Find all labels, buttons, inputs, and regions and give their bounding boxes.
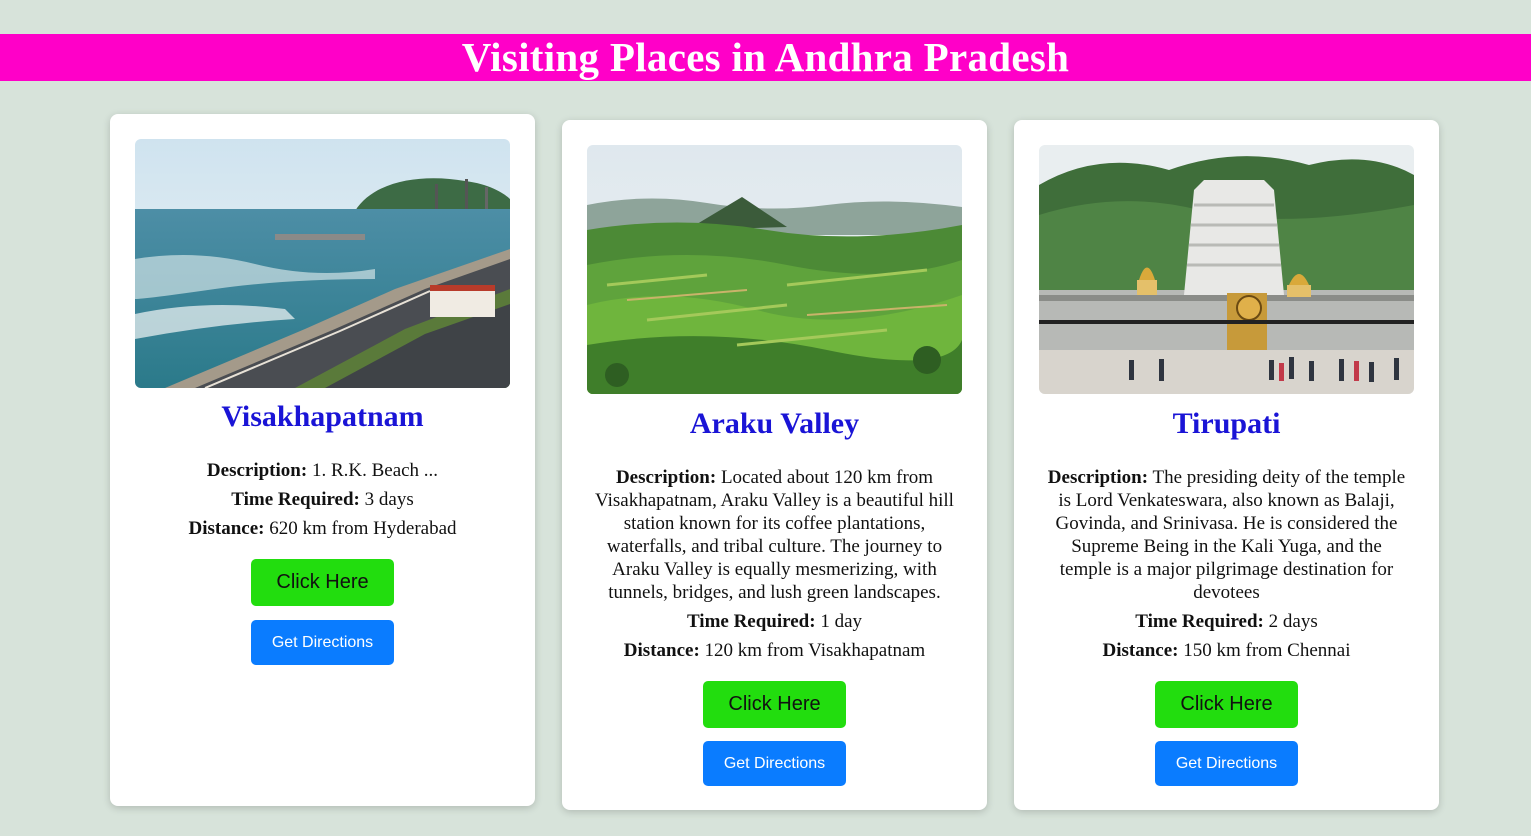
time-required-line: Time Required: 2 days [1044,610,1409,633]
get-directions-button[interactable]: Get Directions [251,620,394,665]
place-title: Visakhapatnam [221,400,424,433]
distance-line: Distance: 620 km from Hyderabad [140,517,505,540]
page-title: Visiting Places in Andhra Pradesh [0,34,1531,81]
time-required-line: Time Required: 3 days [140,488,505,511]
place-title: Tirupati [1172,407,1281,440]
distance-label: Distance: [623,640,700,661]
place-card-tirupati: Tirupati Description: The presiding deit… [1014,120,1439,810]
time-required-label: Time Required: [231,489,360,510]
description-label: Description: [615,467,717,488]
time-required-value: 2 days [1263,611,1318,632]
description-text: 1. R.K. Beach ... [307,460,439,481]
description-label: Description: [206,460,308,481]
araku-valley-photo [587,145,962,394]
click-here-button[interactable]: Click Here [251,559,394,606]
time-required-value: 1 day [815,611,863,632]
description-label: Description: [1047,467,1149,488]
time-required-label: Time Required: [1135,611,1264,632]
place-info: Description: Located about 120 km from V… [592,466,957,668]
description-line: Description: The presiding deity of the … [1044,466,1409,604]
place-info: Description: The presiding deity of the … [1044,466,1409,668]
place-info: Description: 1. R.K. Beach ... Time Requ… [140,459,505,546]
time-required-value: 3 days [359,489,414,510]
distance-line: Distance: 150 km from Chennai [1044,639,1409,662]
tirupati-photo [1039,145,1414,394]
time-required-label: Time Required: [686,611,816,632]
distance-value: 120 km from Visakhapatnam [699,640,926,661]
distance-label: Distance: [188,518,265,539]
place-card-visakhapatnam: Visakhapatnam Description: 1. R.K. Beach… [110,114,535,806]
place-title: Araku Valley [689,407,860,440]
distance-line: Distance: 120 km from Visakhapatnam [592,639,957,662]
time-required-line: Time Required: 1 day [592,610,957,633]
distance-value: 150 km from Chennai [1178,640,1351,661]
description-line: Description: 1. R.K. Beach ... [140,459,505,482]
get-directions-button[interactable]: Get Directions [1155,741,1298,786]
distance-value: 620 km from Hyderabad [264,518,457,539]
click-here-button[interactable]: Click Here [1155,681,1298,728]
visakhapatnam-photo [135,139,510,388]
click-here-button[interactable]: Click Here [703,681,846,728]
description-line: Description: Located about 120 km from V… [592,466,957,604]
place-card-araku-valley: Araku Valley Description: Located about … [562,120,987,810]
page: Visiting Places in Andhra Pradesh Visakh… [0,0,1531,836]
get-directions-button[interactable]: Get Directions [703,741,846,786]
distance-label: Distance: [1102,640,1179,661]
